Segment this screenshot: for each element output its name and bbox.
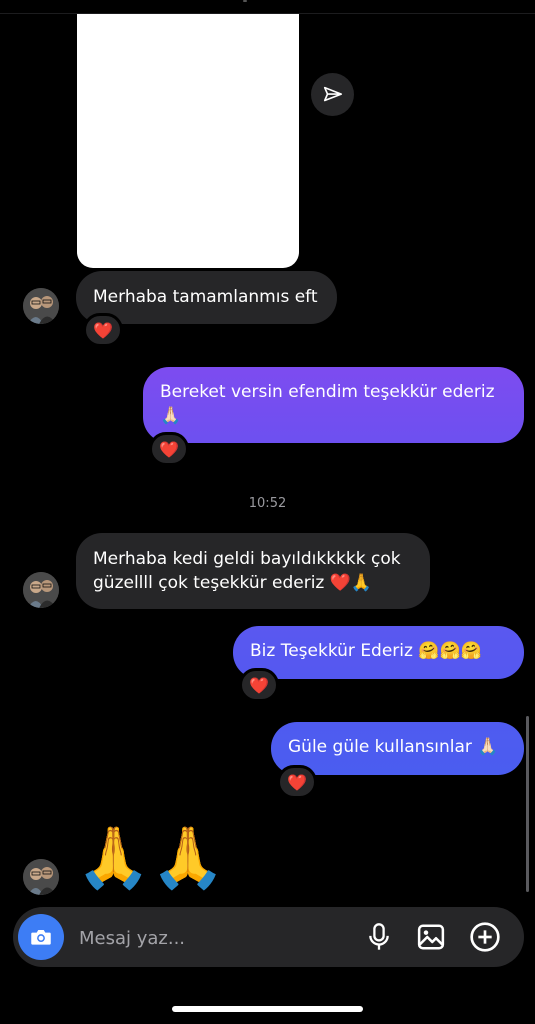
avatar[interactable]: [23, 859, 59, 895]
message-text: Güle güle kullansınlar 🙏🏻: [288, 737, 499, 757]
avatar[interactable]: [23, 288, 59, 324]
message-input[interactable]: [77, 919, 351, 957]
incoming-message-bubble[interactable]: Merhaba kedi geldi bayıldıkkkkk çok güze…: [76, 533, 430, 609]
avatar-image: [23, 288, 59, 324]
reaction-badge[interactable]: ❤️: [83, 313, 123, 347]
microphone-icon: [369, 923, 389, 950]
reaction-badge[interactable]: ❤️: [239, 668, 279, 702]
heart-icon: ❤️: [249, 675, 269, 695]
outgoing-message-bubble[interactable]: Biz Teşekkür Ederiz 🤗🤗🤗: [233, 626, 524, 679]
heart-icon: ❤️: [159, 439, 179, 459]
avatar-image: [23, 859, 59, 895]
microphone-button[interactable]: [362, 920, 396, 954]
home-indicator[interactable]: [172, 1006, 363, 1012]
avatar-image: [23, 572, 59, 608]
send-icon: [323, 86, 342, 101]
reaction-badge[interactable]: ❤️: [149, 432, 189, 466]
timestamp: 10:52: [248, 496, 287, 511]
message-text: Biz Teşekkür Ederiz 🤗🤗🤗: [250, 641, 482, 661]
heart-icon: ❤️: [287, 772, 307, 792]
heart-icon: ❤️: [93, 320, 113, 340]
message-text: Merhaba tamamlanmıs eft: [93, 287, 318, 307]
gallery-button[interactable]: [414, 920, 448, 954]
outgoing-message-bubble[interactable]: Bereket versin efendim teşekkür ederiz 🙏…: [143, 367, 524, 443]
message-composer: [13, 907, 524, 967]
top-indicator: [243, 0, 247, 2]
gallery-icon: [417, 924, 445, 950]
camera-icon: [31, 929, 51, 945]
avatar[interactable]: [23, 572, 59, 608]
camera-button[interactable]: [18, 914, 64, 960]
add-icon: [470, 922, 500, 952]
message-text: Merhaba kedi geldi bayıldıkkkkk çok güze…: [93, 549, 401, 593]
shared-media-preview[interactable]: [77, 14, 299, 268]
emoji-message[interactable]: 🙏🙏: [76, 822, 225, 894]
reaction-badge[interactable]: ❤️: [277, 765, 317, 799]
scrollbar[interactable]: [526, 716, 529, 892]
message-text: Bereket versin efendim teşekkür ederiz 🙏…: [160, 382, 495, 426]
add-button[interactable]: [468, 920, 502, 954]
share-button[interactable]: [311, 73, 354, 116]
